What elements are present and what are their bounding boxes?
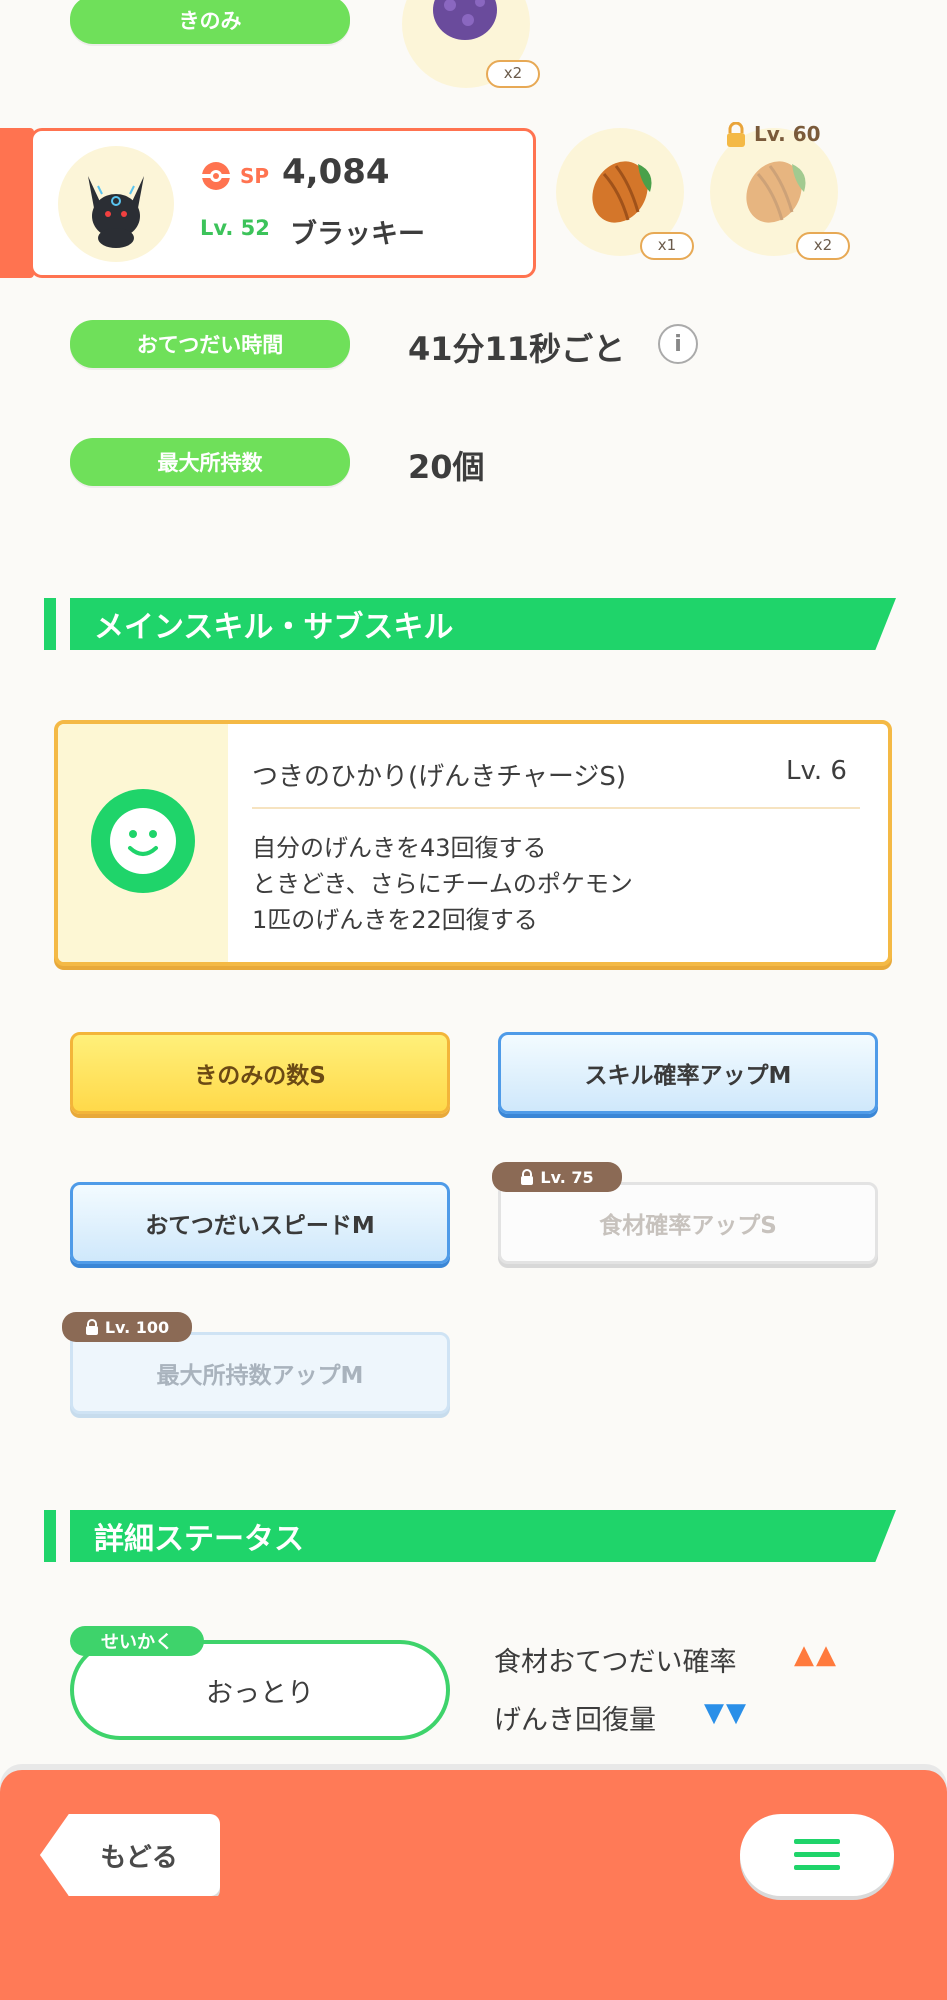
nature-tag: せいかく [70,1626,204,1656]
back-button[interactable]: もどる [40,1814,220,1896]
max-carry-value: 20個 [408,448,485,486]
pokemon-avatar [58,146,174,262]
grape-berry-icon [420,0,510,60]
cacao-locked-icon [734,148,818,232]
pokemon-card-accent [0,128,34,278]
smile-icon [90,788,196,894]
nature-effect-down-label: げんき回復量 [494,1705,656,1736]
main-skill-divider [252,807,860,809]
skills-section-tick [44,598,56,650]
lock-icon [521,1169,534,1185]
menu-button[interactable] [740,1814,894,1896]
main-skill-name: つきのひかり(げんきチャージS) [252,762,627,792]
details-section-tick [44,1510,56,1562]
main-skill-level: Lv. 6 [786,756,847,786]
lock-icon [724,121,748,148]
lock-icon [85,1319,98,1335]
main-skill-desc-line: 1匹のげんきを22回復する [252,906,538,934]
help-time-label: おてつだい時間 [70,320,350,368]
sub-skill-inventory-up-m[interactable]: 最大所持数アップM [70,1332,450,1414]
sub-skill-lock-tag-lv75: Lv. 75 [492,1162,622,1192]
sub-skill-ingredient-finder-s[interactable]: 食材確率アップS [498,1182,878,1264]
ingredient-2-lock-label: Lv. 60 [754,122,821,146]
sp-label: SP [240,164,270,188]
main-skill-desc-line: 自分のげんきを43回復する [252,834,547,862]
ingredient-2-count: x2 [796,232,850,260]
umbreon-icon [88,176,144,248]
nature-up-arrows: ▲▲ [794,1640,838,1670]
info-icon[interactable]: i [658,324,698,364]
berry-count-badge: x2 [486,60,540,88]
nature-value: おっとり [206,1677,314,1709]
ingredient-1-count: x1 [640,232,694,260]
sub-skill-skill-trigger-m[interactable]: スキル確率アップM [498,1032,878,1114]
max-carry-label: 最大所持数 [70,438,350,486]
pokemon-name: ブラッキー [290,219,425,250]
berry-label: きのみ [70,0,350,44]
pokemon-level: Lv. 52 [200,216,270,240]
sub-skill-lock-tag-lv100: Lv. 100 [62,1312,192,1342]
sub-skill-berry-count-s[interactable]: きのみの数S [70,1032,450,1114]
back-button-label: もどる [100,1842,178,1873]
nature-down-arrows: ▼▼ [704,1698,748,1728]
sub-skill-helping-speed-m[interactable]: おてつだいスピードM [70,1182,450,1264]
hamburger-menu-icon [794,1839,840,1870]
main-skill-description: 自分のげんきを43回復する ときどき、さらにチームのポケモン 1匹のげんきを22… [252,830,633,938]
sp-icon [200,160,232,192]
help-time-value: 41分11秒ごと [408,330,626,368]
skills-section-title: メインスキル・サブスキル [70,598,896,650]
nature-effect-up-label: 食材おてつだい確率 [494,1647,737,1678]
cacao-icon [580,148,664,232]
sp-value: 4,084 [282,152,390,192]
details-section-title: 詳細ステータス [70,1510,896,1562]
main-skill-desc-line: ときどき、さらにチームのポケモン [252,870,633,898]
